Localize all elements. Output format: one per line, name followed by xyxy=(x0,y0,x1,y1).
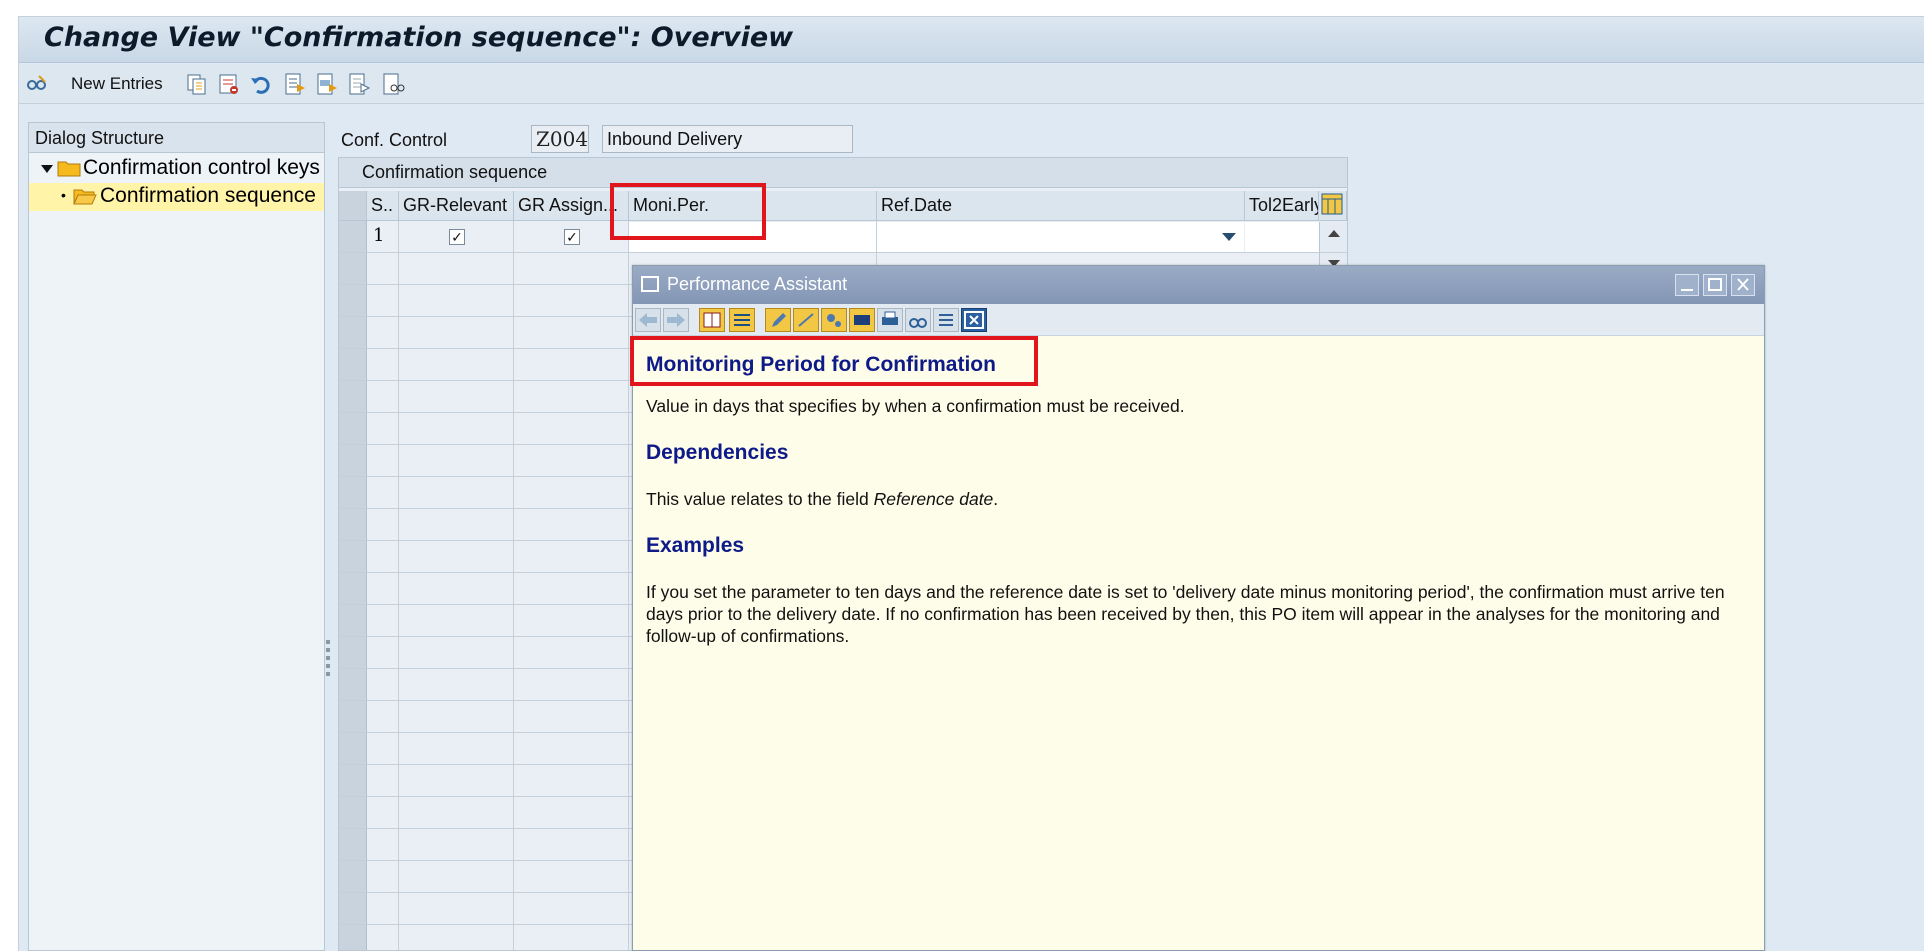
examples-text: If you set the parameter to ten days and… xyxy=(646,582,1725,646)
maximize-button[interactable] xyxy=(1703,274,1727,296)
undo-icon[interactable] xyxy=(249,72,273,96)
dialog-structure-panel: Dialog Structure Confirmation control ke… xyxy=(28,122,325,951)
expand-arrow-icon[interactable] xyxy=(41,165,53,173)
tree-item-label: Confirmation control keys xyxy=(83,156,320,179)
title-bar: Change View "Confirmation sequence": Ove… xyxy=(19,17,1924,63)
column-gr-assign xyxy=(514,221,629,950)
column-seq xyxy=(367,221,399,950)
performance-assistant-toolbar xyxy=(633,304,1764,336)
column-gr-relevant xyxy=(399,221,514,950)
select-all-icon[interactable] xyxy=(283,72,307,96)
deselect-all-icon[interactable] xyxy=(347,72,371,96)
highlight-help-heading xyxy=(630,336,1038,386)
examples-heading: Examples xyxy=(646,534,745,557)
search-text-icon[interactable] xyxy=(905,308,931,332)
column-header-ref-date[interactable]: Ref.Date xyxy=(877,191,1245,221)
gr-assign-checkbox[interactable]: ✓ xyxy=(564,229,580,245)
back-icon[interactable] xyxy=(635,308,661,332)
chevron-down-icon[interactable] xyxy=(1222,233,1236,241)
conf-control-label: Conf. Control xyxy=(341,130,448,150)
tree-bullet-icon: • xyxy=(61,187,66,203)
delete-icon[interactable] xyxy=(217,72,241,96)
forward-icon[interactable] xyxy=(663,308,689,332)
reference-date-link[interactable]: Reference date xyxy=(874,489,994,509)
dependencies-text: This value relates to the field Referenc… xyxy=(646,488,998,510)
page-title: Change View "Confirmation sequence": Ove… xyxy=(44,22,794,53)
column-header-gr-relevant[interactable]: GR-Relevant xyxy=(399,191,514,221)
tol2early-input[interactable] xyxy=(1245,222,1319,252)
highlight-moni-per-header xyxy=(610,183,766,240)
copy-icon[interactable] xyxy=(185,72,209,96)
tree-item-label: Confirmation sequence xyxy=(100,184,316,207)
minimize-button[interactable] xyxy=(1675,274,1699,296)
help-window-icon xyxy=(641,276,659,292)
dialog-structure-heading: Dialog Structure xyxy=(29,123,324,153)
dependencies-text-suffix: . xyxy=(993,489,999,509)
column-header-tol2early[interactable]: Tol2Early xyxy=(1245,191,1319,221)
close-button[interactable] xyxy=(1731,274,1755,296)
performance-assistant-titlebar[interactable]: Performance Assistant xyxy=(633,266,1764,304)
close-help-icon[interactable] xyxy=(961,308,987,332)
glossary-book-icon[interactable] xyxy=(699,308,725,332)
table-title: Confirmation sequence xyxy=(339,158,1347,188)
display-change-icon[interactable] xyxy=(25,72,49,96)
table-settings-icon[interactable] xyxy=(1319,191,1347,221)
row-selector-column[interactable] xyxy=(339,221,367,950)
column-header-seq[interactable]: S.. xyxy=(367,191,399,221)
link-icon[interactable] xyxy=(793,308,819,332)
help-intro-text: Value in days that specifies by when a c… xyxy=(646,396,1185,416)
open-folder-icon xyxy=(73,187,97,205)
scroll-up-icon[interactable] xyxy=(1328,230,1340,237)
performance-assistant-title: Performance Assistant xyxy=(667,274,848,294)
edit-icon[interactable] xyxy=(765,308,791,332)
ref-date-dropdown[interactable] xyxy=(877,222,1244,252)
row-seq-value: 1 xyxy=(373,225,385,246)
application-help-icon[interactable] xyxy=(821,308,847,332)
print-icon[interactable] xyxy=(877,308,903,332)
conf-control-description: Inbound Delivery xyxy=(602,125,853,153)
gr-relevant-checkbox[interactable]: ✓ xyxy=(449,229,465,245)
application-toolbar: New Entries xyxy=(19,64,1924,104)
conf-control-value: Z004 xyxy=(531,125,589,153)
settings-list-icon[interactable] xyxy=(933,308,959,332)
where-used-icon[interactable] xyxy=(381,72,405,96)
select-all-rows-corner[interactable] xyxy=(339,191,367,221)
panel-splitter[interactable] xyxy=(326,640,330,680)
select-block-icon[interactable] xyxy=(315,72,339,96)
bookmark-icon[interactable] xyxy=(849,308,875,332)
tree-item-confirmation-sequence[interactable]: • Confirmation sequence xyxy=(29,183,324,211)
tree-item-confirmation-control-keys[interactable]: Confirmation control keys xyxy=(29,155,324,183)
new-entries-button[interactable]: New Entries xyxy=(71,72,163,96)
folder-icon xyxy=(57,159,81,177)
dependencies-heading: Dependencies xyxy=(646,441,789,464)
technical-info-icon[interactable] xyxy=(729,308,755,332)
dependencies-text-prefix: This value relates to the field xyxy=(646,489,874,509)
new-entries-label: New Entries xyxy=(71,74,163,93)
